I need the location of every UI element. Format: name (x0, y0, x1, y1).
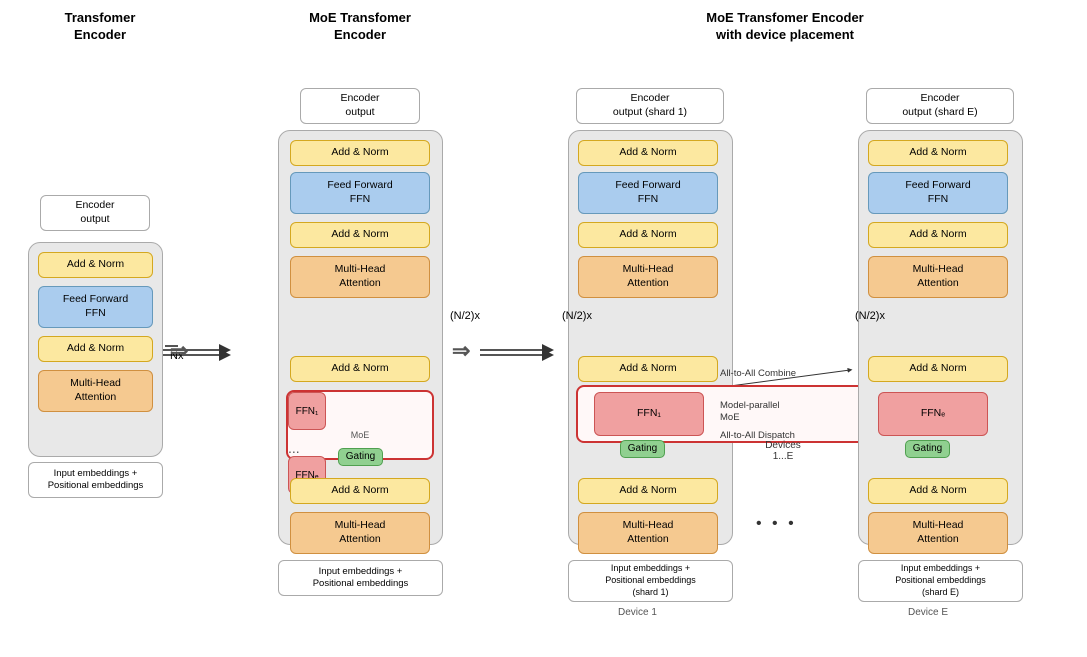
device1-add-norm-moe: Add & Norm (578, 356, 718, 382)
arrow-col1-col2: ⇒ (170, 338, 188, 364)
col1-attention: Multi-HeadAttention (38, 370, 153, 412)
col1-add-norm-top: Add & Norm (38, 252, 153, 278)
deviceE-add-norm-moe: Add & Norm (868, 356, 1008, 382)
col1-input: Input embeddings +Positional embeddings (28, 462, 163, 498)
device1-add-norm-top: Add & Norm (578, 140, 718, 166)
device1-attention-bot: Multi-HeadAttention (578, 512, 718, 554)
device1-ffn1: FFN₁ (594, 392, 704, 436)
device1-nx: (N/2)x (562, 310, 592, 322)
col2-attention-top: Multi-HeadAttention (290, 256, 430, 298)
col2-ffn: Feed ForwardFFN (290, 172, 430, 214)
col2-add-norm-bot: Add & Norm (290, 478, 430, 504)
col2-ffn1: FFN₁ (288, 392, 326, 430)
deviceE-nx: (N/2)x (855, 310, 885, 322)
all-to-all-dispatch-label: All-to-All Dispatch (720, 430, 795, 441)
col2-nx: (N/2)x (450, 310, 480, 322)
col2-output: Encoderoutput (300, 88, 420, 124)
deviceE-output: Encoderoutput (shard E) (866, 88, 1014, 124)
col2-moe-label: MoE (288, 430, 432, 440)
col2-add-norm-top: Add & Norm (290, 140, 430, 166)
col2-add-norm-mid2: Add & Norm (290, 222, 430, 248)
deviceE-input: Input embeddings +Positional embeddings(… (858, 560, 1023, 602)
deviceE-gating: Gating (905, 440, 950, 458)
device1-add-norm-bot: Add & Norm (578, 478, 718, 504)
col2-input: Input embeddings +Positional embeddings (278, 560, 443, 596)
deviceE-add-norm-mid: Add & Norm (868, 222, 1008, 248)
device1-gating: Gating (620, 440, 665, 458)
col2-title: MoE TransfomerEncoder (260, 10, 460, 44)
col2-gating: Gating (338, 448, 383, 466)
deviceE-attention-bot: Multi-HeadAttention (868, 512, 1008, 554)
device1-ffn: Feed ForwardFFN (578, 172, 718, 214)
deviceE-ffn: Feed ForwardFFN (868, 172, 1008, 214)
device1-label: Device 1 (618, 607, 657, 618)
deviceE-attention-top: Multi-HeadAttention (868, 256, 1008, 298)
col1-title: TransfomerEncoder (30, 10, 170, 44)
arrow-col2-col3: ⇒ (452, 338, 470, 364)
device1-input: Input embeddings +Positional embeddings(… (568, 560, 733, 602)
device1-attention-top: Multi-HeadAttention (578, 256, 718, 298)
device1-add-norm-mid: Add & Norm (578, 222, 718, 248)
deviceE-label: Device E (908, 607, 948, 618)
col1-output-label: Encoderoutput (40, 195, 150, 231)
col2-attention-bot: Multi-HeadAttention (290, 512, 430, 554)
device1-output: Encoderoutput (shard 1) (576, 88, 724, 124)
deviceE-ffnE: FFNₑ (878, 392, 988, 436)
col2-add-norm-moe: Add & Norm (290, 356, 430, 382)
devices-label: Devices1...E (748, 440, 818, 462)
diagram: TransfomerEncoder Encoderoutput Add & No… (0, 0, 1087, 657)
mid-dots: • • • (756, 515, 797, 533)
all-to-all-combine-label: All-to-All Combine (720, 368, 796, 379)
deviceE-add-norm-bot: Add & Norm (868, 478, 1008, 504)
col3-title: MoE Transfomer Encoderwith device placem… (570, 10, 1000, 44)
col1-add-norm-mid: Add & Norm (38, 336, 153, 362)
model-parallel-label: Model-parallelMoE (720, 400, 780, 425)
deviceE-add-norm-top: Add & Norm (868, 140, 1008, 166)
col1-ffn: Feed ForwardFFN (38, 286, 153, 328)
